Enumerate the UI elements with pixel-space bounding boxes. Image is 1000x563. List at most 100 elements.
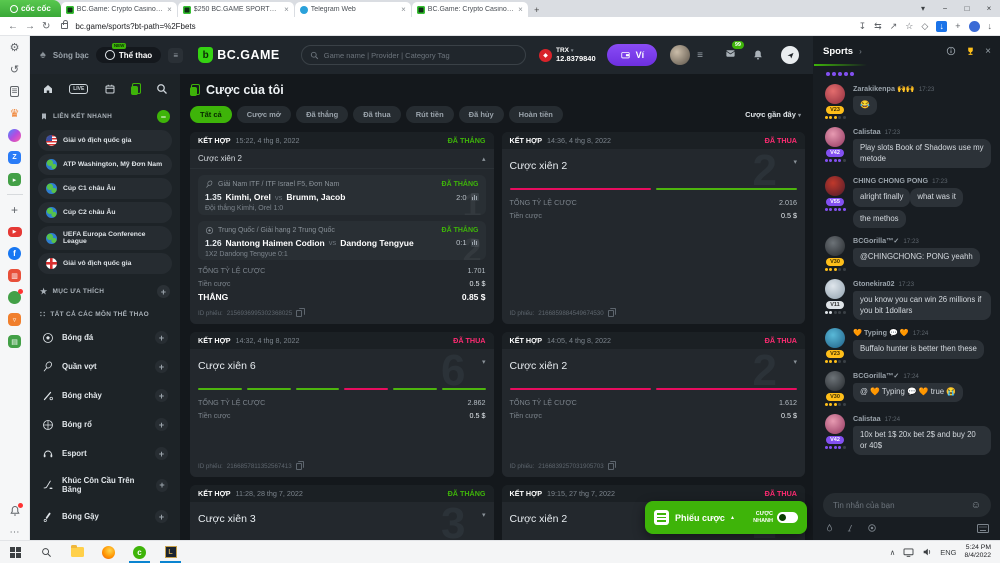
browser-tab[interactable]: $250 BC.GAME SPORTS PARL× — [178, 2, 294, 17]
network-monitor-icon[interactable] — [903, 548, 914, 557]
menu-collapse-button[interactable]: ≡ — [168, 48, 183, 63]
quick-link-item[interactable]: Cúp C2 châu Âu — [38, 202, 172, 223]
chat-username[interactable]: BCGorilla™✓17:23 — [853, 236, 991, 245]
bet-card-expanded[interactable]: KẾT HỢP 15:22, 4 thg 8, 2022 ĐÃ THẮNG Cư… — [190, 132, 494, 324]
save-page-icon[interactable]: ↧ — [859, 21, 867, 32]
language-indicator[interactable]: ENG — [940, 548, 956, 557]
game-search-input[interactable]: Game name | Provider | Category Tag — [301, 45, 526, 65]
chat-avatar[interactable] — [825, 371, 845, 391]
game-app-button[interactable]: L — [155, 541, 186, 563]
user-menu-icon[interactable]: ≡ — [697, 50, 703, 61]
bookmark-star-icon[interactable]: ☆ — [905, 21, 913, 32]
browser-tab[interactable]: Telegram Web× — [295, 2, 411, 17]
minimize-icon[interactable]: − — [934, 4, 956, 13]
more-icon[interactable]: ⋯ — [7, 525, 22, 540]
bet-card[interactable]: KẾT HỢP 14:32, 4 thg 8, 2022 ĐÃ THUA Cượ… — [190, 332, 494, 477]
sidebar-sport-cricket[interactable]: Bóng Gậy+ — [30, 502, 180, 531]
chat-username[interactable]: Gtonekira0217:23 — [853, 279, 991, 288]
balance-display[interactable]: ◆ TRX ▾ 12.8379840 — [539, 47, 596, 63]
expand-sport-button[interactable]: + — [155, 418, 168, 431]
back-icon[interactable]: ← — [8, 21, 18, 32]
games-icon[interactable]: ▸ — [7, 172, 22, 187]
quick-link-item[interactable]: Giải vô địch quốc gia — [38, 130, 172, 151]
filter-pill[interactable]: Cược mở — [237, 106, 291, 123]
facebook-icon[interactable]: f — [7, 246, 22, 261]
chat-username[interactable]: Calistaa17:23 — [853, 127, 991, 136]
user-avatar[interactable] — [670, 45, 690, 65]
filter-pill[interactable]: Đã thắng — [296, 106, 348, 123]
history-icon[interactable]: ↺ — [7, 62, 22, 77]
quick-bet-toggle[interactable] — [777, 512, 798, 523]
settings-icon[interactable]: ⚙ — [7, 40, 22, 55]
downloads-icon[interactable]: ↓ — [988, 21, 993, 31]
quick-link-item[interactable]: Cúp C1 châu Âu — [38, 178, 172, 199]
sidebar-sport-esport[interactable]: Esport+ — [30, 439, 180, 468]
copy-icon[interactable] — [608, 310, 614, 317]
reading-list-icon[interactable]: ≡ — [7, 84, 22, 99]
zalo-icon[interactable]: Z — [7, 150, 22, 165]
firefox-button[interactable] — [93, 541, 124, 563]
expand-sport-button[interactable]: + — [155, 447, 168, 460]
chat-avatar[interactable] — [825, 328, 845, 348]
sidebar-sport-hockey[interactable]: Khúc Côn Cầu Trên Băng+ — [30, 468, 180, 502]
inbox-button[interactable]: 99 — [724, 46, 737, 64]
start-button[interactable] — [0, 541, 31, 563]
emoji-icon[interactable]: ☺ — [971, 500, 981, 511]
tab-search-icon[interactable]: ▾ — [912, 4, 934, 13]
live-icon[interactable]: LIVE — [69, 84, 88, 94]
notifications-bell-icon[interactable] — [752, 49, 764, 61]
collapse-quick-links-button[interactable]: − — [157, 110, 170, 123]
bcgame-logo[interactable]: b BC.GAME — [198, 47, 280, 63]
sidebar-search-icon[interactable] — [156, 83, 168, 95]
trophy-icon[interactable] — [965, 46, 976, 57]
expand-sport-button[interactable]: + — [155, 360, 168, 373]
reload-icon[interactable]: ↻ — [42, 21, 50, 32]
add-favorite-button[interactable]: + — [157, 285, 170, 298]
info-icon[interactable] — [946, 46, 956, 56]
wallet-button[interactable]: Ví — [607, 44, 658, 66]
chat-avatar[interactable] — [825, 414, 845, 434]
bet-leg[interactable]: 1 Giải Nam ITF / ITF Israel F5, Đơn Nam … — [198, 175, 486, 215]
clock[interactable]: 5:24 PM8/4/2022 — [965, 544, 991, 561]
coin-drop-icon[interactable] — [867, 523, 877, 533]
chat-avatar[interactable] — [825, 279, 845, 299]
maximize-icon[interactable]: □ — [956, 4, 978, 13]
rain-icon[interactable] — [825, 523, 834, 533]
chat-avatar[interactable] — [825, 127, 845, 147]
collapse-chevron-icon[interactable]: ▴ — [482, 155, 486, 163]
forward-icon[interactable]: → — [25, 21, 35, 32]
my-bets-icon[interactable] — [131, 83, 141, 95]
messenger-icon[interactable] — [7, 128, 22, 143]
home-icon[interactable] — [42, 83, 54, 95]
tray-chevron-icon[interactable]: ∧ — [890, 548, 896, 557]
profile-icon[interactable] — [969, 21, 980, 32]
coccoc-button[interactable]: c — [124, 541, 155, 563]
casino-tab[interactable]: Sòng bạc — [53, 51, 89, 60]
new-tab-button[interactable]: + — [529, 2, 545, 17]
filter-pill[interactable]: Đã hủy — [459, 106, 504, 123]
sort-dropdown[interactable]: Cược gần đây ▾ — [745, 110, 805, 119]
bell-icon[interactable] — [7, 503, 22, 518]
translate-icon[interactable]: ⇆ — [874, 21, 882, 32]
sidebar-sport-baseball[interactable]: Bóng chày+ — [30, 381, 180, 410]
tab-close-icon[interactable]: × — [401, 5, 406, 14]
keyboard-icon[interactable] — [977, 524, 989, 533]
url-field[interactable]: bc.game/sports?bt-path=%2Fbets — [75, 22, 195, 31]
bet-card[interactable]: KẾT HỢP 14:36, 4 thg 8, 2022 ĐÃ THUA Cượ… — [502, 132, 806, 324]
coccoc-browser-logo[interactable]: cốc cốc — [0, 0, 61, 17]
browser-tab[interactable]: BC.Game: Crypto Casino Ga× — [61, 2, 177, 17]
chat-username[interactable]: BCGorilla™✓17:24 — [853, 371, 991, 380]
add-icon[interactable]: + — [7, 202, 22, 217]
bet-card[interactable]: KẾT HỢP 11:28, 28 thg 7, 2022 ĐÃ THẮNG C… — [190, 485, 494, 540]
sports-tab[interactable]: Thể thao NEW — [96, 47, 161, 63]
file-explorer-button[interactable] — [62, 541, 93, 563]
expand-sport-button[interactable]: + — [155, 331, 168, 344]
chat-username[interactable]: Calistaa17:24 — [853, 414, 991, 423]
betslip-button[interactable]: Phiếu cược ▴ CƯỢC NHANH — [645, 501, 807, 534]
chat-avatar[interactable] — [825, 236, 845, 256]
chat-username[interactable]: 🧡 Typing 💬 🧡17:24 — [853, 328, 991, 337]
taskbar-search-button[interactable] — [31, 541, 62, 563]
tab-close-icon[interactable]: × — [284, 5, 289, 14]
chat-toggle-button[interactable] — [781, 46, 799, 64]
chat-tab-sports[interactable]: Sports — [823, 44, 853, 59]
